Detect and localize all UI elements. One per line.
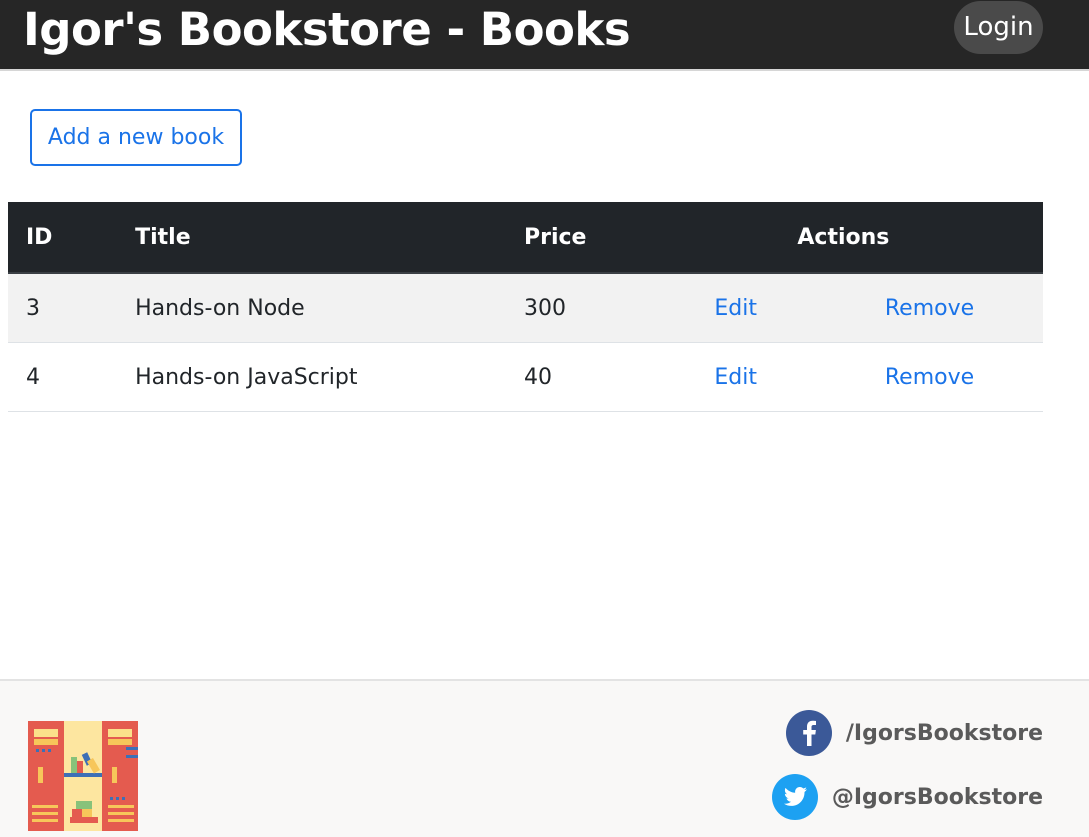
facebook-link[interactable]: /IgorsBookstore — [785, 709, 1043, 757]
column-header-price: Price — [505, 202, 672, 274]
bookshelf-logo-icon — [28, 721, 138, 831]
book-title-cell: Hands-on JavaScript — [117, 342, 506, 412]
remove-book-link[interactable]: Remove — [885, 296, 974, 321]
login-button[interactable]: Login — [954, 1, 1043, 54]
top-navbar: Igor's Bookstore - Books Login — [0, 0, 1089, 71]
page-footer: /IgorsBookstore @IgorsBookstore — [0, 679, 1089, 837]
edit-book-link[interactable]: Edit — [714, 365, 757, 390]
edit-book-link[interactable]: Edit — [714, 296, 757, 321]
table-header-row: ID Title Price Actions — [8, 202, 1043, 274]
page-title: Igor's Bookstore - Books — [23, 3, 631, 56]
book-title-cell: Hands-on Node — [117, 273, 506, 343]
book-price-cell: 300 — [505, 273, 672, 343]
table-row: 4 Hands-on JavaScript 40 Edit Remove — [8, 342, 1043, 412]
table-row: 3 Hands-on Node 300 Edit Remove — [8, 273, 1043, 343]
facebook-icon — [785, 710, 832, 756]
book-price-cell: 40 — [505, 342, 672, 412]
remove-book-link[interactable]: Remove — [885, 365, 974, 390]
column-header-title: Title — [117, 202, 506, 274]
column-header-actions: Actions — [671, 202, 1043, 274]
book-id-cell: 4 — [8, 342, 118, 412]
twitter-handle: @IgorsBookstore — [831, 784, 1043, 810]
column-header-id: ID — [8, 202, 118, 274]
book-id-cell: 3 — [8, 273, 118, 343]
twitter-icon — [771, 774, 818, 820]
books-table: ID Title Price Actions 3 Hands-on Node 3… — [8, 202, 1043, 412]
twitter-link[interactable]: @IgorsBookstore — [771, 773, 1043, 821]
facebook-handle: /IgorsBookstore — [845, 720, 1043, 746]
add-book-button[interactable]: Add a new book — [30, 109, 242, 166]
